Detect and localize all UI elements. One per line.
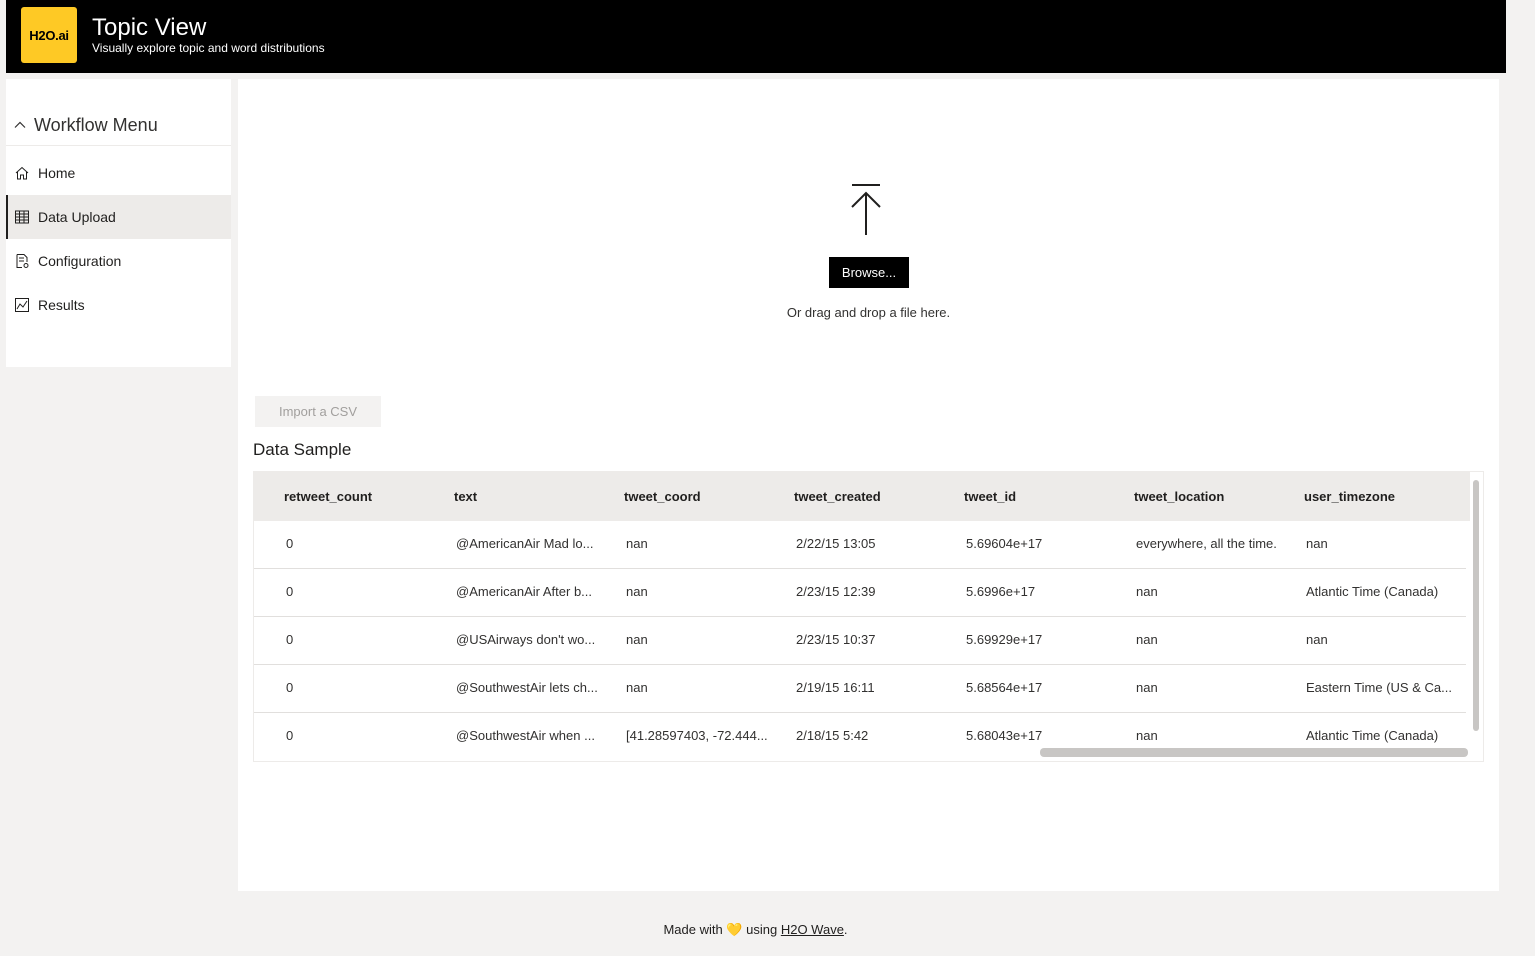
table-row[interactable]: 0 @AmericanAir After b... nan 2/23/15 12… xyxy=(254,569,1466,617)
table-cell: [41.28597403, -72.444... xyxy=(626,728,768,743)
table-cell: 2/18/15 5:42 xyxy=(796,728,869,743)
table-cell: nan xyxy=(1306,632,1328,647)
footer-suffix: . xyxy=(843,922,848,937)
table-cell: 2/23/15 10:37 xyxy=(796,632,876,647)
table-cell: 5.68564e+17 xyxy=(966,680,1043,695)
table-cell: @SouthwestAir lets ch... xyxy=(456,680,598,695)
app-subtitle: Visually explore topic and word distribu… xyxy=(92,41,325,55)
table-cell: nan xyxy=(1136,584,1158,599)
table-row[interactable]: 0 @USAirways don't wo... nan 2/23/15 10:… xyxy=(254,617,1466,665)
sidebar-item-label: Configuration xyxy=(38,253,122,269)
sidebar-item-configuration[interactable]: Configuration xyxy=(6,239,231,283)
h2o-logo[interactable]: H2O.ai xyxy=(21,7,77,63)
table-cell: 0 xyxy=(286,632,294,647)
footer-prefix: Made with xyxy=(663,922,723,937)
workflow-sidebar: Workflow Menu Home Data Upload Configura… xyxy=(6,79,231,367)
table-cell: Atlantic Time (Canada) xyxy=(1306,728,1439,743)
table-cell: nan xyxy=(626,632,648,647)
table-cell: nan xyxy=(626,584,648,599)
table-cell: nan xyxy=(1136,632,1158,647)
table-cell: 5.6996e+17 xyxy=(966,584,1036,599)
table-row[interactable]: 0 @AmericanAir Mad lo... nan 2/22/15 13:… xyxy=(254,521,1466,569)
table-cell: nan xyxy=(1306,536,1328,551)
footer: Made with 💛 using H2O Wave. xyxy=(0,922,1511,938)
chart-icon xyxy=(15,298,29,312)
sidebar-item-data-upload[interactable]: Data Upload xyxy=(6,195,231,239)
footer-using: using xyxy=(746,922,778,937)
table-cell: everywhere, all the time. xyxy=(1136,536,1277,551)
table-cell: 0 xyxy=(286,536,294,551)
upload-icon xyxy=(851,184,881,235)
table-cell: @AmericanAir Mad lo... xyxy=(456,536,594,551)
table-icon xyxy=(15,210,29,224)
table-cell: 5.68043e+17 xyxy=(966,728,1043,743)
h2o-wave-link[interactable]: H2O Wave xyxy=(781,922,844,937)
column-header[interactable]: tweet_created xyxy=(794,489,881,504)
table-cell: @USAirways don't wo... xyxy=(456,632,596,647)
table-cell: Atlantic Time (Canada) xyxy=(1306,584,1439,599)
table-cell: nan xyxy=(626,680,648,695)
column-header[interactable]: retweet_count xyxy=(284,489,372,504)
data-sample-title: Data Sample xyxy=(253,440,352,459)
column-header[interactable]: text xyxy=(454,489,477,504)
configuration-icon xyxy=(16,254,29,268)
table-row[interactable]: 0 @SouthwestAir lets ch... nan 2/19/15 1… xyxy=(254,665,1466,713)
drag-drop-text[interactable]: Or drag and drop a file here. xyxy=(238,305,1499,320)
sidebar-item-label: Results xyxy=(38,297,85,313)
sidebar-item-results[interactable]: Results xyxy=(6,283,231,327)
horizontal-scrollbar[interactable] xyxy=(1040,748,1468,757)
column-header[interactable]: user_timezone xyxy=(1304,489,1395,504)
table-cell: nan xyxy=(1136,680,1158,695)
table-cell: nan xyxy=(1136,728,1158,743)
home-icon xyxy=(15,166,29,180)
workflow-menu-header[interactable]: Workflow Menu xyxy=(6,113,231,146)
table-cell: 2/23/15 12:39 xyxy=(796,584,876,599)
column-header[interactable]: tweet_location xyxy=(1134,489,1224,504)
table-cell: 2/19/15 16:11 xyxy=(796,680,875,695)
chevron-up-icon xyxy=(14,121,26,128)
table-cell: nan xyxy=(626,536,648,551)
sidebar-item-label: Data Upload xyxy=(38,209,116,225)
table-cell: 5.69929e+17 xyxy=(966,632,1043,647)
column-header[interactable]: tweet_coord xyxy=(624,489,701,504)
table-header: retweet_count text tweet_coord tweet_cre… xyxy=(254,472,1470,521)
app-header: H2O.ai Topic View Visually explore topic… xyxy=(6,0,1506,73)
vertical-scrollbar[interactable] xyxy=(1473,480,1479,731)
column-header[interactable]: tweet_id xyxy=(964,489,1016,504)
data-sample-table[interactable]: retweet_count text tweet_coord tweet_cre… xyxy=(253,471,1484,762)
table-cell: 5.69604e+17 xyxy=(966,536,1043,551)
sidebar-item-home[interactable]: Home xyxy=(6,151,231,195)
table-cell: Eastern Time (US & Ca... xyxy=(1306,680,1452,695)
table-cell: @AmericanAir After b... xyxy=(456,584,593,599)
import-csv-button[interactable]: Import a CSV xyxy=(255,396,381,427)
heart-icon: 💛 xyxy=(726,922,743,937)
main-card: Browse... Or drag and drop a file here. … xyxy=(238,79,1499,891)
table-cell: 2/22/15 13:05 xyxy=(796,536,876,551)
browse-button[interactable]: Browse... xyxy=(829,257,909,288)
table-cell: 0 xyxy=(286,728,294,743)
workflow-menu-title: Workflow Menu xyxy=(34,115,158,135)
sidebar-item-label: Home xyxy=(38,165,76,181)
table-cell: @SouthwestAir when ... xyxy=(456,728,595,743)
table-cell: 0 xyxy=(286,680,294,695)
table-cell: 0 xyxy=(286,584,294,599)
app-title: Topic View xyxy=(92,14,207,41)
